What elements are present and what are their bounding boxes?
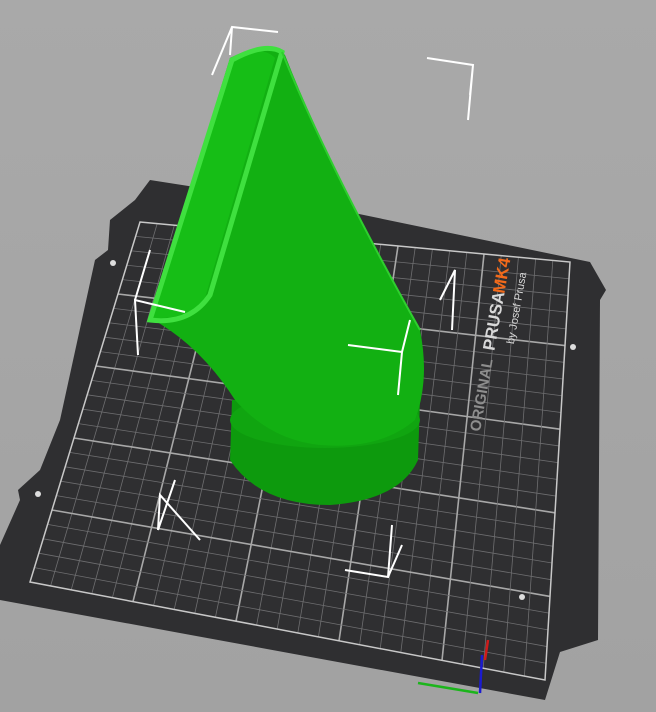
bed-screw <box>110 260 116 266</box>
3d-viewport[interactable]: ORIGINAL PRUSA MK4 by Josef Prusa <box>0 0 656 712</box>
bed-screw <box>35 491 41 497</box>
bed-screw <box>570 344 576 350</box>
scene: ORIGINAL PRUSA MK4 by Josef Prusa <box>0 25 606 700</box>
bed-screw <box>519 594 525 600</box>
